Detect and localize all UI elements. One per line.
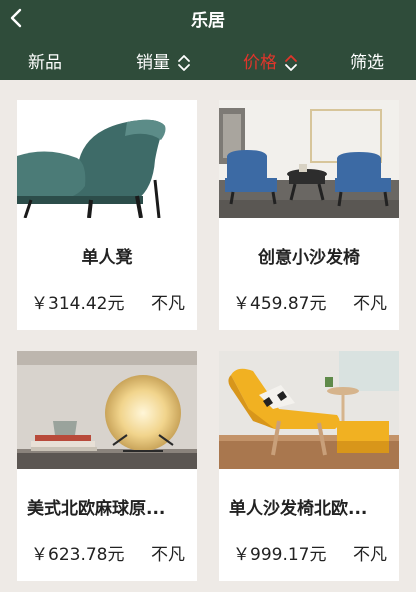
tab-price-label: 价格: [243, 53, 277, 73]
product-image-ball-lamp: [17, 351, 197, 469]
product-brand: 不凡: [151, 294, 185, 314]
product-price: ￥623.78元: [31, 545, 125, 565]
product-name: 单人凳: [81, 248, 133, 268]
tab-price[interactable]: 价格: [243, 46, 298, 80]
product-card[interactable]: 美式北欧麻球原... ￥623.78元 不凡: [17, 351, 197, 581]
product-brand: 不凡: [151, 545, 185, 565]
tab-new[interactable]: 新品: [28, 46, 62, 80]
product-price: ￥459.87元: [233, 294, 327, 314]
tab-filter[interactable]: 筛选: [350, 46, 384, 80]
product-name: 单人沙发椅北欧...: [229, 499, 368, 519]
sort-tabs: 新品 销量 价格 筛选: [0, 46, 416, 80]
tab-sales[interactable]: 销量: [136, 46, 191, 80]
page-title: 乐居: [191, 11, 225, 31]
tab-sales-label: 销量: [136, 53, 170, 73]
sort-toggle-icon: [177, 53, 191, 73]
product-price: ￥314.42元: [31, 294, 125, 314]
product-price: ￥999.17元: [233, 545, 327, 565]
product-brand: 不凡: [353, 545, 387, 565]
product-image-yellow-lounge-chair: [219, 351, 399, 469]
sort-toggle-icon: [284, 53, 298, 73]
product-card[interactable]: 创意小沙发椅 ￥459.87元 不凡: [219, 100, 399, 330]
product-name: 创意小沙发椅: [258, 248, 360, 268]
product-card[interactable]: 单人凳 ￥314.42元 不凡: [17, 100, 197, 330]
product-brand: 不凡: [353, 294, 387, 314]
tab-filter-label: 筛选: [350, 53, 384, 73]
top-bar: 乐居 新品 销量 价格 筛选: [0, 0, 416, 80]
product-image-blue-armchairs: [219, 100, 399, 218]
product-name: 美式北欧麻球原...: [27, 499, 166, 519]
product-card[interactable]: 单人沙发椅北欧... ￥999.17元 不凡: [219, 351, 399, 581]
product-image-teal-armchair: [17, 100, 197, 218]
tab-new-label: 新品: [28, 53, 62, 73]
